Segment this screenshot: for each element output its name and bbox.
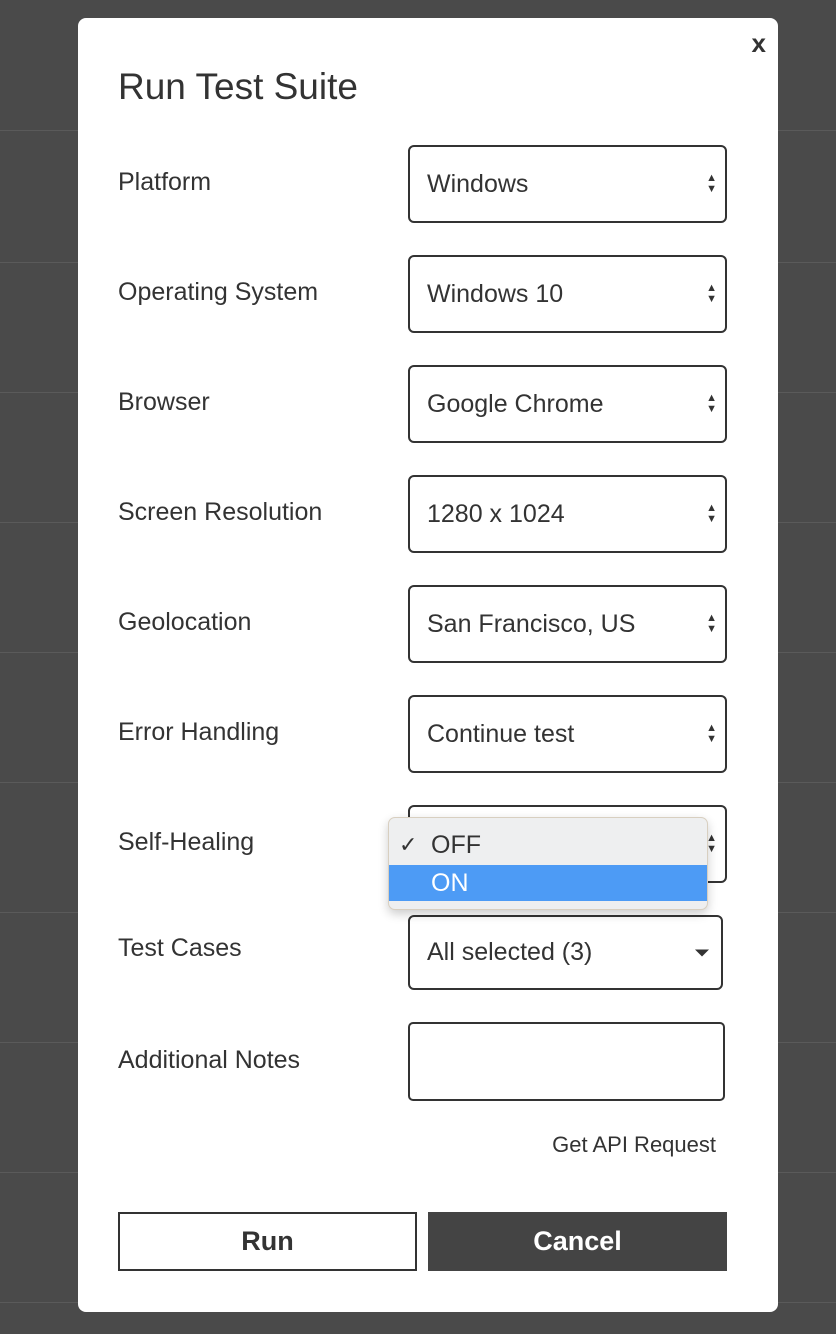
updown-arrows-icon: ▲ ▼	[706, 722, 717, 745]
geolocation-select[interactable]: San Francisco, US ▲ ▼	[408, 585, 727, 663]
self-healing-label: Self-Healing	[118, 828, 255, 856]
option-label: OFF	[431, 830, 481, 859]
error-handling-label: Error Handling	[118, 718, 280, 746]
platform-label: Platform	[118, 168, 212, 196]
os-label: Operating System	[118, 278, 319, 306]
os-select[interactable]: Windows 10 ▲ ▼	[408, 255, 727, 333]
run-button[interactable]: Run	[118, 1212, 417, 1271]
geolocation-value: San Francisco, US	[427, 609, 636, 638]
updown-arrows-icon: ▲ ▼	[706, 612, 717, 635]
platform-value: Windows	[427, 169, 529, 198]
updown-arrows-icon: ▲ ▼	[706, 502, 717, 525]
browser-select[interactable]: Google Chrome ▲ ▼	[408, 365, 727, 443]
option-off[interactable]: ✓ OFF	[389, 827, 707, 863]
os-value: Windows 10	[427, 279, 564, 308]
platform-select[interactable]: Windows ▲ ▼	[408, 145, 727, 223]
checkmark-icon: ✓	[399, 832, 418, 857]
self-healing-dropdown: ✓ OFF ON	[388, 817, 708, 910]
option-on[interactable]: ON	[389, 865, 707, 901]
resolution-label: Screen Resolution	[118, 498, 323, 526]
close-icon[interactable]: x	[752, 28, 766, 59]
geolocation-label: Geolocation	[118, 608, 252, 636]
option-label: ON	[431, 868, 469, 897]
get-api-request-link[interactable]: Get API Request	[552, 1132, 716, 1158]
updown-arrows-icon: ▲ ▼	[706, 172, 717, 195]
test-cases-value: All selected (3)	[427, 938, 593, 966]
error-handling-select[interactable]: Continue test ▲ ▼	[408, 695, 727, 773]
caret-down-icon	[695, 949, 709, 956]
resolution-select[interactable]: 1280 x 1024 ▲ ▼	[408, 475, 727, 553]
test-cases-label: Test Cases	[118, 934, 242, 962]
notes-label: Additional Notes	[118, 1046, 301, 1074]
updown-arrows-icon: ▲ ▼	[706, 282, 717, 305]
error-handling-value: Continue test	[427, 719, 575, 748]
updown-arrows-icon: ▲ ▼	[706, 392, 717, 415]
browser-label: Browser	[118, 388, 210, 416]
run-test-suite-modal: x Run Test Suite Platform Windows ▲ ▼ Oper…	[78, 18, 778, 1312]
cancel-button[interactable]: Cancel	[428, 1212, 727, 1271]
notes-textarea[interactable]	[408, 1022, 725, 1101]
browser-value: Google Chrome	[427, 389, 604, 418]
test-cases-select[interactable]: All selected (3)	[408, 915, 723, 990]
modal-title: Run Test Suite	[118, 66, 358, 107]
resolution-value: 1280 x 1024	[427, 499, 565, 528]
